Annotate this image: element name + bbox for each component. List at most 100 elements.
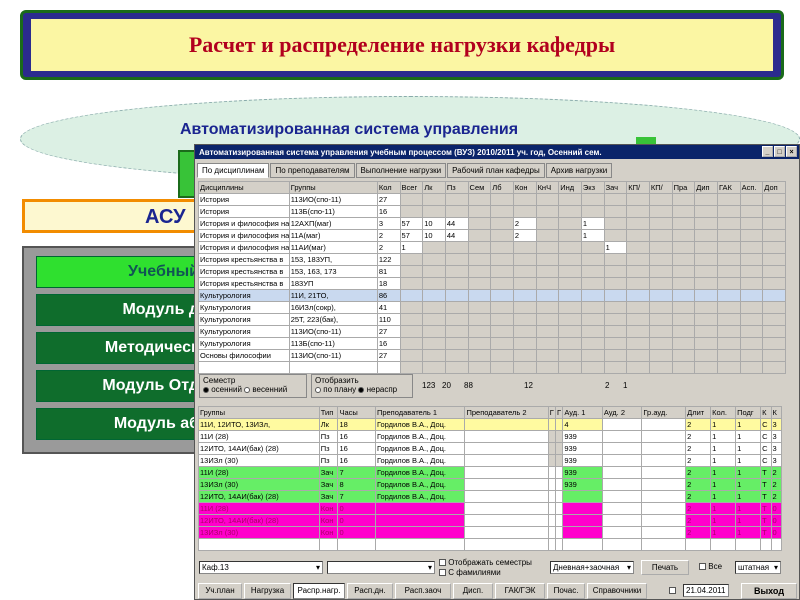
table-row[interactable]: Культурология 113Б(спо-11) 16 <box>198 337 786 350</box>
table-row[interactable]: 11И (28) Пз 16 Гордилов В.А., Доц. 939 2 1 1 С 3 <box>198 430 782 443</box>
column-header[interactable]: Кол <box>376 181 401 194</box>
column-header[interactable]: К <box>770 406 782 419</box>
radio-spring[interactable] <box>244 386 251 393</box>
tab-0[interactable]: По дисциплинам <box>197 163 270 178</box>
column-header[interactable]: Ауд. 1 <box>562 406 603 419</box>
table-row[interactable]: 13ИЗл (30) Пз 16 Гордилов В.А., Доц. 939 2 1 1 С… <box>198 454 782 467</box>
toolbar-button[interactable]: Справочники <box>587 583 647 599</box>
dept-select[interactable]: Каф.13 ▾ <box>199 561 323 574</box>
table-row[interactable]: Культурология 25Т, 223(бак), 110 <box>198 313 786 326</box>
column-header[interactable]: Гр.ауд. <box>641 406 687 419</box>
column-header[interactable]: Лк <box>422 181 446 194</box>
column-header[interactable]: Экз <box>580 181 605 194</box>
column-header[interactable]: Всег <box>399 181 424 194</box>
column-header[interactable]: Зач <box>603 181 628 194</box>
with-names-option[interactable]: С фамилиями <box>439 568 501 577</box>
toolbar-button[interactable]: Дисп. <box>453 583 493 599</box>
table-row[interactable]: 12ИТО, 14АИ(бак) (28) Зач 7 Гордилов В.А., … <box>198 490 782 503</box>
column-header[interactable]: Г <box>555 406 564 419</box>
minimize-icon[interactable]: _ <box>762 146 773 157</box>
toolbar-button[interactable]: ГАК/ГЭК <box>495 583 545 599</box>
module-item[interactable]: Методическ <box>36 332 206 364</box>
radio-undistributed[interactable] <box>358 386 365 393</box>
column-header[interactable]: ГАК <box>716 181 741 194</box>
column-header[interactable]: Группы <box>288 181 378 194</box>
tab-3[interactable]: Рабочий план кафедры <box>447 163 545 178</box>
column-header[interactable]: Г <box>547 406 557 419</box>
table-row[interactable]: 12ИТО, 14АИ(бак) (28) Пз 16 Гордилов В.А., … <box>198 442 782 455</box>
module-item[interactable]: Учебный <box>36 256 206 288</box>
table-row[interactable]: 13ИЗл (30) Зач 8 Гордилов В.А., Доц. 939 2 1 1 Т… <box>198 478 782 491</box>
table-row[interactable]: Культурология 16ИЗл(сокр), 41 <box>198 301 786 314</box>
toolbar-button[interactable]: Расп.заоч <box>395 583 451 599</box>
radio-autumn[interactable] <box>203 386 209 393</box>
column-header[interactable]: КП/ <box>626 181 650 194</box>
table-row[interactable]: История крестьянства в 153, 183УП, 122 <box>198 253 786 266</box>
column-header[interactable]: Лб <box>490 181 514 194</box>
radio-by-plan[interactable] <box>315 386 321 393</box>
with-names-checkbox[interactable] <box>439 569 446 577</box>
column-header[interactable]: Сем <box>467 181 492 194</box>
table-row[interactable]: История 113ИО(спо-11) 27 <box>198 193 786 206</box>
table-row[interactable]: История и философия науки11А(маг)2571044… <box>198 229 786 242</box>
staff-select[interactable]: штатная ▾ <box>735 561 781 574</box>
column-header[interactable]: Ауд. 2 <box>601 406 643 419</box>
column-header[interactable]: Пра <box>671 181 696 194</box>
table-row[interactable]: История и философия науки11АИ(маг)211 <box>198 241 786 254</box>
tab-2[interactable]: Выполнение нагрузки <box>355 163 447 178</box>
disciplines-table[interactable]: Дисциплины Группы Кол Всег Лк Пз Сем Лб Кон КнЧ Ин… <box>198 181 786 374</box>
date-checkbox[interactable] <box>669 587 676 595</box>
column-header[interactable]: К <box>760 406 772 419</box>
column-header[interactable]: КнЧ <box>535 181 560 194</box>
table-row[interactable]: История 113Б(спо-11) 16 <box>198 205 786 218</box>
column-header[interactable]: Кол. <box>710 406 737 419</box>
column-header[interactable]: Кон <box>512 181 537 194</box>
module-item[interactable]: Модуль д <box>36 294 206 326</box>
toolbar-button[interactable]: Почас. <box>547 583 585 599</box>
all-option[interactable]: Все <box>699 562 722 571</box>
column-header[interactable]: Инд <box>558 181 582 194</box>
module-item[interactable]: Модуль аб <box>36 408 206 440</box>
column-header[interactable]: Пз <box>444 181 469 194</box>
column-header[interactable]: Преподаватель 1 <box>374 406 466 419</box>
blank-select[interactable]: ▾ <box>327 561 435 574</box>
tab-4[interactable]: Архив нагрузки <box>545 163 613 178</box>
table-row[interactable]: 11И (28) Кон 0 2 1 1 Т 0 <box>198 502 782 515</box>
table-row[interactable]: Культурология 113ИО(спо-11) 27 <box>198 325 786 338</box>
date-field[interactable]: 21.04.2011 <box>683 584 729 597</box>
date-option[interactable] <box>669 586 676 595</box>
column-header[interactable]: Преподаватель 2 <box>464 406 549 419</box>
maximize-icon[interactable]: □ <box>774 146 785 157</box>
table-row[interactable]: Культурология 11И, 21ТО, 86 <box>198 289 786 302</box>
toolbar-button[interactable]: Нагрузка <box>244 583 291 599</box>
table-row[interactable]: 11И (28) Зач 7 Гордилов В.А., Доц. 939 2 1 1 Т 2 <box>198 466 782 479</box>
tab-1[interactable]: По преподавателям <box>270 163 355 178</box>
column-header[interactable]: Дип <box>694 181 718 194</box>
column-header[interactable]: Тип <box>318 406 339 419</box>
table-row[interactable]: 13ИЗл (30) Кон 0 2 1 1 Т 0 <box>198 526 782 539</box>
table-row[interactable]: 11И, 12ИТО, 13ИЗл, Лк 18 Гордилов В.А., Доц… <box>198 418 782 431</box>
table-row[interactable]: История крестьянства в 183УП 18 <box>198 277 786 290</box>
toolbar-button[interactable]: Распр.нагр. <box>293 583 345 599</box>
all-checkbox[interactable] <box>699 563 706 571</box>
column-header[interactable]: Длит <box>685 406 712 419</box>
show-semesters-checkbox[interactable] <box>439 559 446 567</box>
column-header[interactable]: Часы <box>337 406 376 419</box>
form-select[interactable]: Дневная+заочная ▾ <box>550 561 634 574</box>
column-header[interactable]: Доп <box>762 181 786 194</box>
show-semesters-option[interactable]: Отображать семестры <box>439 558 532 567</box>
column-header[interactable]: Группы <box>198 406 320 419</box>
assignments-table[interactable]: Группы Тип Часы Преподаватель 1 Преподавател… <box>198 406 782 551</box>
column-header[interactable]: КП/ <box>648 181 673 194</box>
toolbar-button[interactable]: Уч.план <box>198 583 242 599</box>
column-header[interactable]: Асп. <box>739 181 764 194</box>
table-row[interactable]: История и философия науки12АХП(маг)35710… <box>198 217 786 230</box>
module-item[interactable]: Модуль Отд <box>36 370 206 402</box>
column-header[interactable]: Подг <box>735 406 762 419</box>
column-header[interactable]: Дисциплины <box>198 181 290 194</box>
toolbar-button[interactable]: Расп.дн. <box>347 583 393 599</box>
table-row[interactable]: Основы философии 113ИО(спо-11) 27 <box>198 349 786 362</box>
exit-button[interactable]: Выход <box>741 583 797 599</box>
print-button[interactable]: Печать <box>641 560 689 575</box>
table-row[interactable]: 12ИТО, 14АИ(бак) (28) Кон 0 2 1 1 Т 0 <box>198 514 782 527</box>
